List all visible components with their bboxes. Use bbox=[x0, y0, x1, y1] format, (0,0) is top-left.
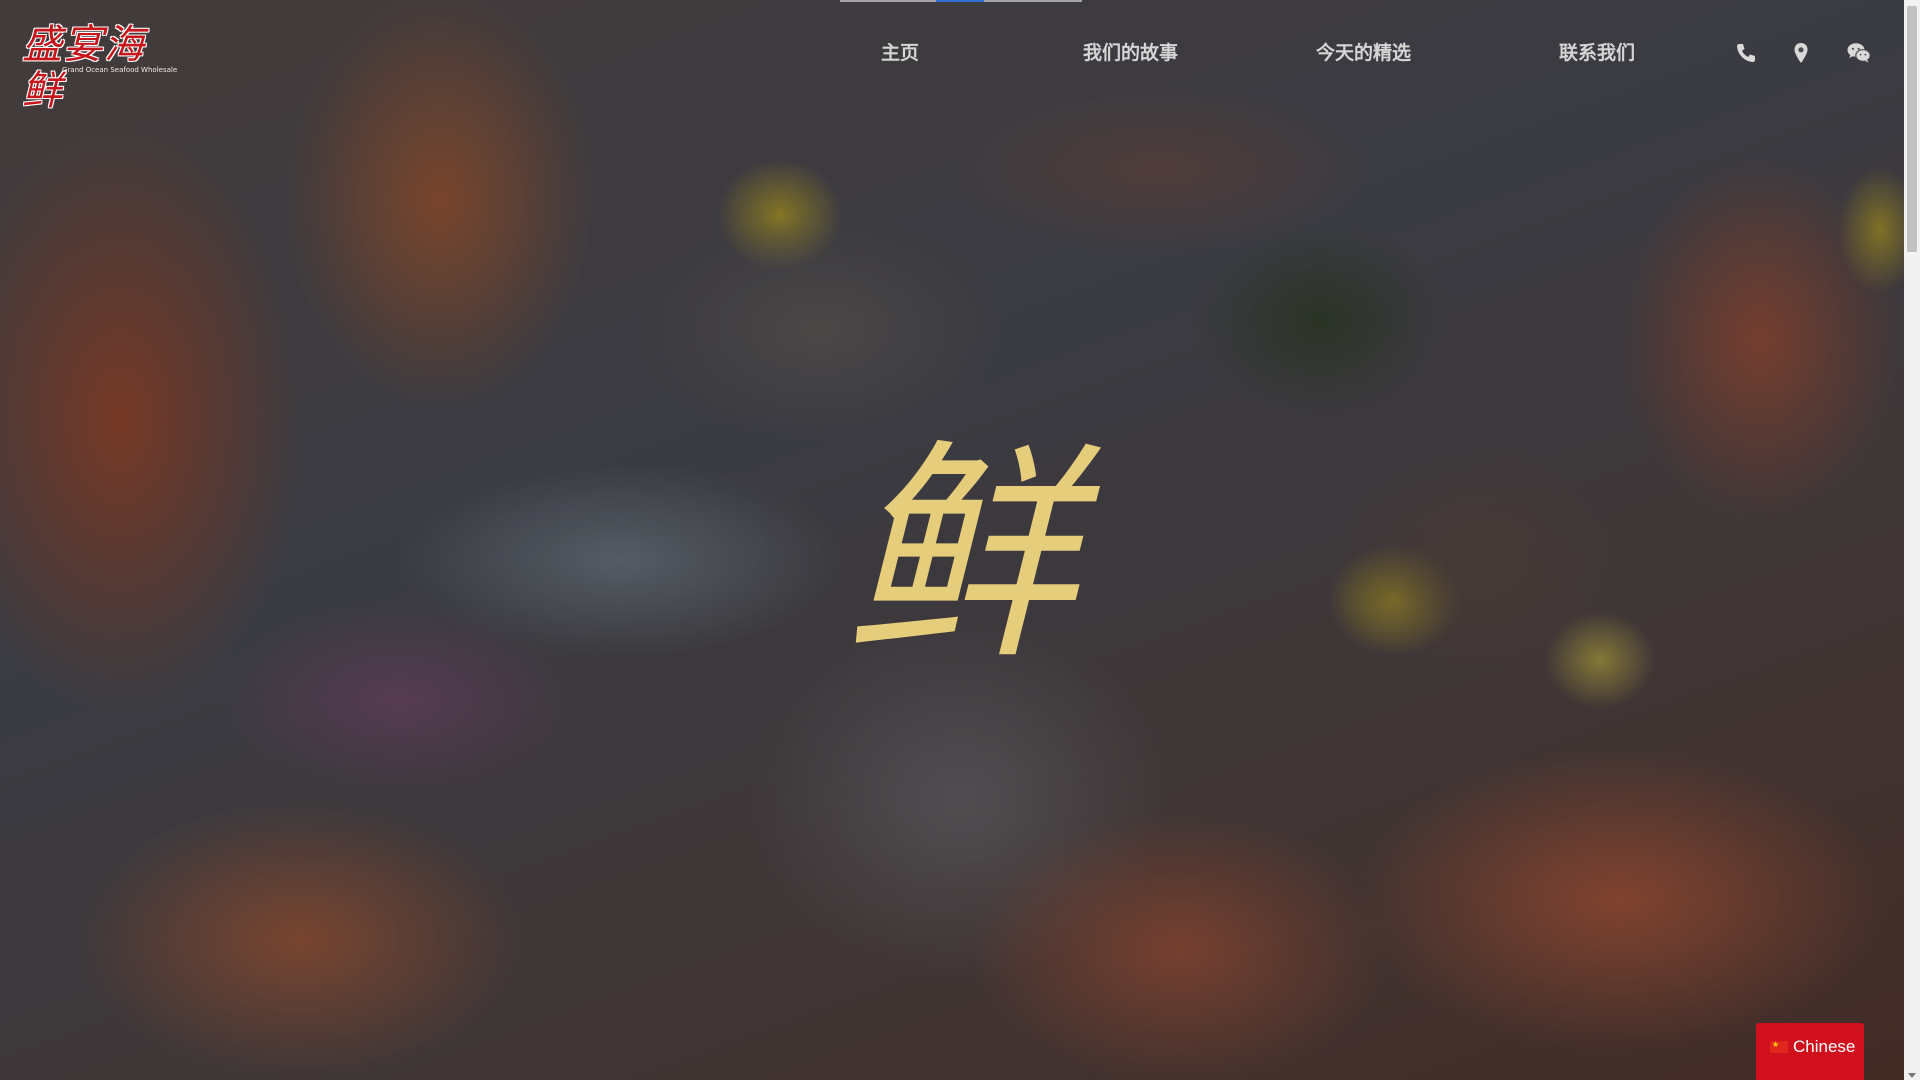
nav-item-our-story[interactable]: 我们的故事 bbox=[1083, 38, 1178, 65]
scrollbar-thumb[interactable] bbox=[1907, 6, 1917, 252]
page-scrollbar[interactable] bbox=[1904, 0, 1920, 1080]
nav-item-home[interactable]: 主页 bbox=[881, 38, 919, 65]
scroll-down-arrow-icon[interactable] bbox=[1908, 1073, 1916, 1078]
language-label: Chinese bbox=[1793, 1037, 1856, 1056]
page: 盛宴海鲜 Grand Ocean Seafood Wholesale 主页 我们… bbox=[0, 0, 1920, 1080]
map-marker-icon[interactable] bbox=[1789, 41, 1813, 65]
nav-item-todays-picks[interactable]: 今天的精选 bbox=[1316, 38, 1411, 65]
language-switcher-button[interactable]: ★ Chinese bbox=[1756, 1023, 1864, 1080]
main-nav: 主页 我们的故事 今天的精选 联系我们 bbox=[0, 38, 1904, 68]
hero-calligraphy-glyph: 鲜 bbox=[843, 420, 1076, 690]
top-loading-bar-fill bbox=[936, 0, 984, 2]
nav-item-contact-us[interactable]: 联系我们 bbox=[1559, 38, 1635, 65]
china-flag-icon: ★ bbox=[1770, 1040, 1788, 1053]
wechat-icon[interactable] bbox=[1846, 41, 1871, 65]
phone-icon[interactable] bbox=[1734, 41, 1758, 65]
